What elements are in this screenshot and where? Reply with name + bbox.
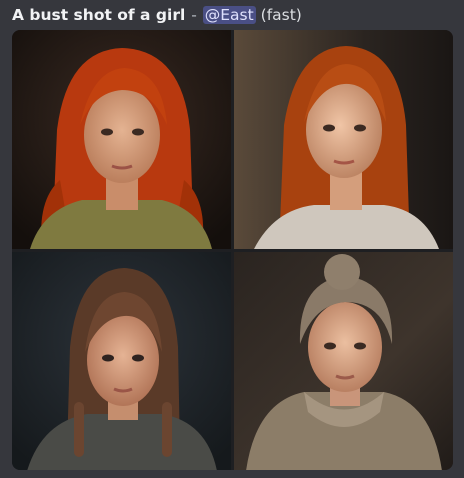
image-tile-2[interactable]	[234, 30, 453, 249]
image-tile-4[interactable]	[234, 252, 453, 470]
image-tile-3[interactable]	[12, 252, 231, 470]
portrait-image	[234, 252, 453, 470]
image-tile-1[interactable]	[12, 30, 231, 249]
image-grid	[12, 30, 453, 470]
separator: -	[191, 6, 197, 24]
user-mention[interactable]: @East	[202, 6, 256, 24]
portrait-image	[12, 252, 231, 470]
message-header: A bust shot of a girl - @East (fast)	[12, 3, 302, 27]
portrait-image	[234, 30, 453, 249]
generation-mode: (fast)	[260, 6, 302, 24]
prompt-text: A bust shot of a girl	[12, 6, 186, 24]
portrait-image	[12, 30, 231, 249]
